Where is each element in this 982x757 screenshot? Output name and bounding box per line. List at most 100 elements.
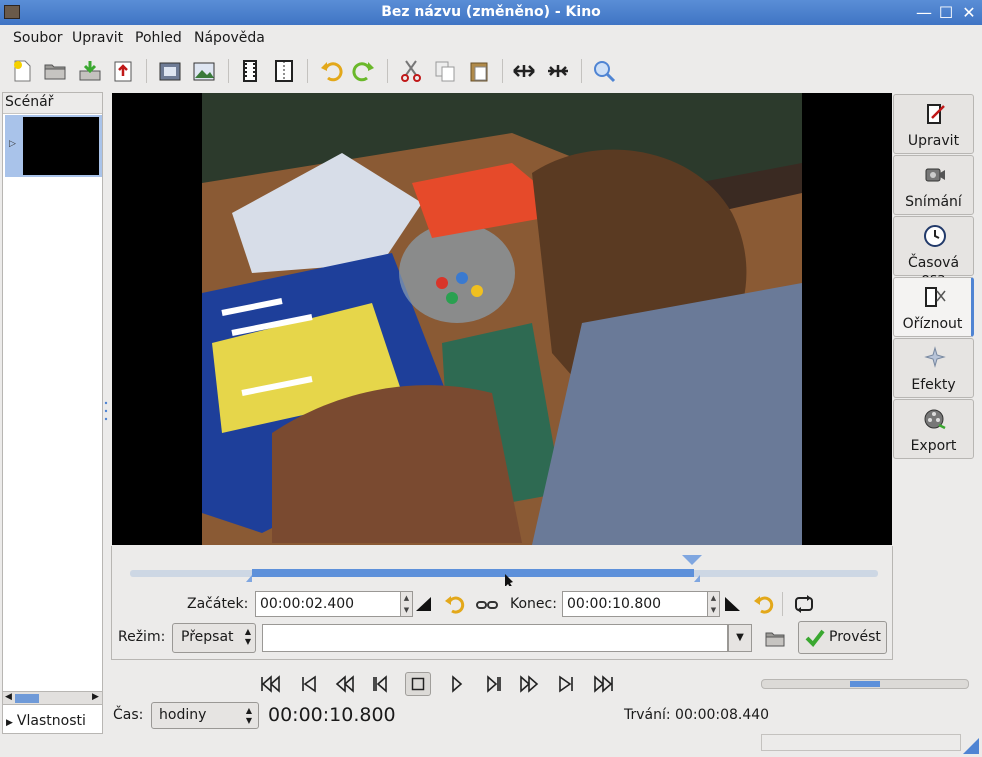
toolbar-separator [307, 59, 308, 83]
time-unit-value: hodiny [159, 707, 207, 723]
export-icon[interactable] [110, 58, 136, 84]
menu-napoveda[interactable]: Nápověda [194, 30, 265, 46]
storyboard-header: Scénář [3, 93, 102, 114]
trim-selection [252, 569, 694, 577]
expand-icon[interactable] [511, 58, 537, 84]
shuttle-knob[interactable] [850, 681, 880, 687]
duration-display: Trvání: 00:00:08.440 [624, 707, 770, 723]
save-icon[interactable] [77, 58, 103, 84]
toolbar-separator [502, 59, 503, 83]
scroll-right-icon[interactable]: ▶ [92, 692, 99, 702]
redo-icon[interactable] [351, 58, 377, 84]
toolbar-separator [387, 59, 388, 83]
tab-label: Export [910, 438, 957, 454]
play-icon[interactable] [443, 672, 469, 696]
menu-upravit[interactable]: Upravit [72, 30, 123, 46]
end-time-input[interactable]: 00:00:10.800 [562, 591, 708, 617]
cut-icon[interactable] [398, 58, 424, 84]
checkmark-icon [805, 629, 825, 648]
go-to-start-icon[interactable] [257, 672, 283, 696]
select-arrows-icon: ▲ ▼ [244, 627, 251, 646]
scrollbar-thumb[interactable] [15, 694, 39, 703]
tab-upravit[interactable]: Upravit [893, 94, 974, 154]
end-spinner[interactable]: ▲ ▼ [708, 591, 720, 617]
title-bar: Bez názvu (změněno) - Kino — ☐ ✕ [0, 0, 982, 25]
maximize-button[interactable]: ☐ [936, 3, 956, 22]
film-reel-icon [924, 409, 946, 430]
expand-arrow-icon[interactable]: ▷ [9, 139, 16, 149]
join-scenes-icon[interactable] [271, 58, 297, 84]
next-scene-icon[interactable] [554, 672, 580, 696]
collapse-icon[interactable] [545, 58, 571, 84]
trim-range-slider[interactable] [112, 552, 894, 586]
expander-arrow-icon: ▶ [6, 718, 13, 728]
set-end-icon[interactable] [721, 593, 743, 615]
browse-folder-icon[interactable] [764, 627, 786, 649]
reset-end-icon[interactable] [752, 593, 774, 615]
previous-scene-icon[interactable] [295, 672, 321, 696]
fast-forward-icon[interactable] [516, 672, 542, 696]
trim-icon [925, 287, 946, 307]
link-icon[interactable] [476, 594, 498, 616]
rewind-icon[interactable] [332, 672, 358, 696]
tab-label: Efekty [911, 377, 956, 393]
panel-separator [782, 592, 783, 616]
tab-label: Snímání [905, 194, 962, 210]
stop-icon[interactable] [405, 672, 431, 696]
end-label: Konec: [510, 596, 557, 612]
menu-bar: Soubor Upravit Pohled Nápověda [0, 25, 982, 51]
time-unit-select[interactable]: hodiny ▲ ▼ [151, 702, 259, 729]
undo-icon[interactable] [318, 58, 344, 84]
video-frame [202, 93, 802, 545]
step-forward-icon[interactable] [479, 672, 505, 696]
clock-icon [924, 225, 946, 247]
open-folder-icon[interactable] [42, 58, 68, 84]
tab-casova-osa[interactable]: Časová osa [893, 216, 974, 287]
copy-icon[interactable] [432, 58, 458, 84]
playhead-marker[interactable] [682, 555, 702, 565]
camera-icon [925, 168, 945, 182]
apply-label: Provést [829, 629, 881, 645]
shuttle-slider[interactable] [761, 679, 969, 689]
video-monitor [112, 93, 892, 545]
save-frame-icon[interactable] [157, 58, 183, 84]
menu-pohled[interactable]: Pohled [135, 30, 182, 46]
mode-select[interactable]: Přepsat ▲ ▼ [172, 623, 256, 653]
zoom-icon[interactable] [591, 58, 617, 84]
tab-snimani[interactable]: Snímání [893, 155, 974, 215]
start-time-input[interactable]: 00:00:02.400 [255, 591, 401, 617]
loop-icon[interactable] [793, 593, 815, 615]
toolbar-separator [146, 59, 147, 83]
tab-efekty[interactable]: Efekty [893, 338, 974, 398]
resize-grip-icon[interactable] [962, 737, 980, 755]
scroll-left-icon[interactable]: ◀ [5, 692, 12, 702]
apply-button[interactable]: Provést [798, 621, 887, 654]
set-start-icon[interactable] [413, 593, 435, 615]
reset-start-icon[interactable] [443, 593, 465, 615]
split-scene-icon[interactable] [237, 58, 263, 84]
tab-oriznout[interactable]: Oříznout [893, 277, 974, 337]
file-dropdown-button[interactable]: ▼ [728, 624, 752, 652]
step-back-icon[interactable] [369, 672, 395, 696]
file-path-input[interactable] [262, 624, 728, 652]
minimize-button[interactable]: — [914, 3, 934, 22]
go-to-end-icon[interactable] [591, 672, 617, 696]
tab-label: Upravit [907, 133, 960, 149]
tab-export[interactable]: Export [893, 399, 974, 459]
pane-resize-handle[interactable] [104, 400, 108, 422]
storyboard-clip[interactable]: ▷ [5, 115, 102, 177]
close-button[interactable]: ✕ [959, 3, 979, 22]
storyboard-panel: Scénář ▷ [2, 92, 103, 734]
chevron-down-icon: ▼ [736, 632, 744, 643]
menu-soubor[interactable]: Soubor [13, 30, 63, 46]
new-file-icon[interactable] [9, 58, 35, 84]
window-title: Bez názvu (změněno) - Kino [381, 4, 601, 20]
properties-expander[interactable]: ▶ Vlastnosti [6, 713, 86, 729]
mode-label: Režim: [118, 629, 166, 645]
status-bar [761, 734, 961, 751]
start-spinner[interactable]: ▲ ▼ [401, 591, 413, 617]
save-image-icon[interactable] [191, 58, 217, 84]
trim-panel: Začátek: 00:00:02.400 ▲ ▼ Konec: 00:00:10… [111, 546, 893, 660]
storyboard-scrollbar[interactable]: ◀ ▶ [2, 691, 103, 705]
paste-icon[interactable] [466, 58, 492, 84]
